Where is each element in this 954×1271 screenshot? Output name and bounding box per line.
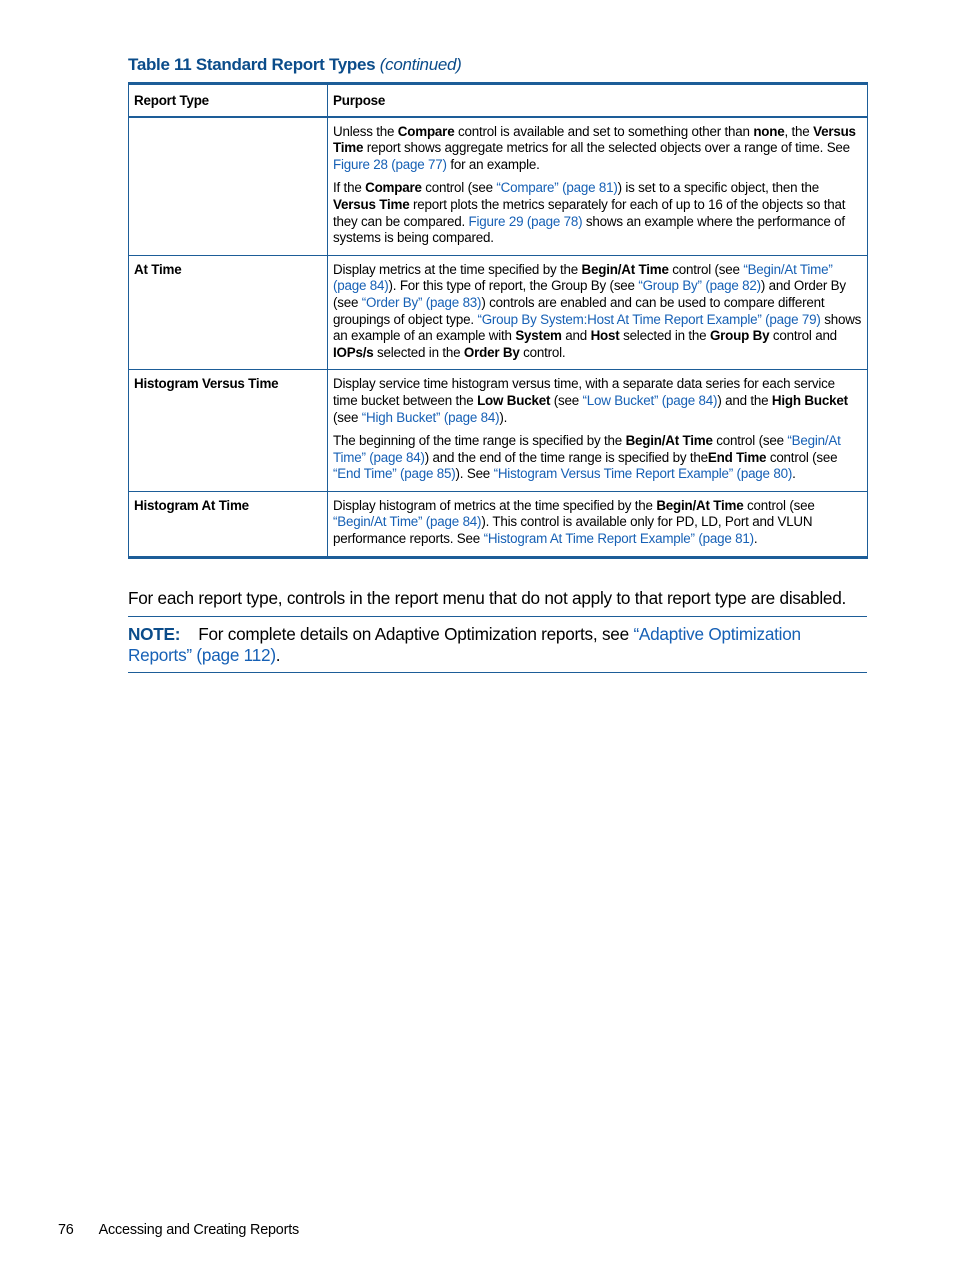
text-run: control. <box>519 344 566 360</box>
page-footer: 76 Accessing and Creating Reports <box>58 1222 299 1238</box>
text-run: control (see <box>766 449 838 465</box>
cross-reference-link[interactable]: “Histogram Versus Time Report Example” (… <box>494 466 793 481</box>
report-types-table: Report Type Purpose Unless the Compare c… <box>128 82 868 559</box>
purpose-paragraph: Unless the Compare control is available … <box>333 124 862 174</box>
bold-term: Host <box>590 328 620 344</box>
cross-reference-link[interactable]: Figure 29 (page 78) <box>469 214 583 229</box>
bold-term: Compare <box>365 180 422 196</box>
purpose-cell: Unless the Compare control is available … <box>327 116 868 256</box>
purpose-paragraph: The beginning of the time range is speci… <box>333 433 862 483</box>
text-run: Display metrics at the time specified by… <box>333 261 582 277</box>
text-run: control is available and set to somethin… <box>454 123 754 139</box>
text-run: . <box>792 466 796 482</box>
column-header-purpose: Purpose <box>327 82 868 118</box>
text-run: (see <box>550 392 583 408</box>
text-run: control (see <box>421 180 497 196</box>
text-run: If the <box>333 180 366 196</box>
cross-reference-link[interactable]: “End Time” (page 85) <box>333 466 456 481</box>
table-row: Histogram Versus Time Display service ti… <box>128 369 868 492</box>
note-bottom-rule <box>128 672 867 673</box>
cross-reference-link[interactable]: “Group By System:Host At Time Report Exa… <box>477 312 820 327</box>
text-run: (see <box>333 409 362 425</box>
bold-term: none <box>753 123 785 139</box>
body-paragraph: For each report type, controls in the re… <box>128 588 847 608</box>
text-run: ). <box>499 409 508 425</box>
bold-term: Compare <box>397 123 455 139</box>
text-run: . <box>753 531 758 547</box>
bold-term: Order By <box>463 344 520 360</box>
text-run: ) and the <box>717 392 772 408</box>
note-top-rule <box>128 616 867 617</box>
note-label: NOTE: <box>128 624 181 644</box>
bold-term: IOPs/s <box>333 344 374 360</box>
table-caption-continued: (continued) <box>379 55 462 74</box>
bold-term: High Bucket <box>771 392 848 408</box>
text-run: and <box>561 328 591 344</box>
text-run: , the <box>784 123 814 139</box>
purpose-paragraph: If the Compare control (see “Compare” (p… <box>333 180 862 246</box>
text-run: report shows aggregate metrics for all t… <box>363 140 850 156</box>
footer-section-title: Accessing and Creating Reports <box>98 1222 300 1238</box>
note-text: For complete details on Adaptive Optimiz… <box>198 624 634 644</box>
cross-reference-link[interactable]: “Begin/At Time” (page 84) <box>333 514 482 529</box>
text-run: ) and the end of the time range is speci… <box>424 449 708 465</box>
text-run: control and <box>769 328 837 344</box>
cross-reference-link[interactable]: “Group By” (page 82) <box>638 278 761 293</box>
cross-reference-link[interactable]: “Histogram At Time Report Example” (page… <box>484 531 754 546</box>
text-run: control (see <box>712 433 788 449</box>
text-run: Unless the <box>333 123 398 139</box>
text-run: selected in the <box>619 328 710 344</box>
purpose-paragraph: Display metrics at the time specified by… <box>333 262 862 362</box>
bold-term: End Time <box>707 449 767 465</box>
purpose-paragraph: Display histogram of metrics at the time… <box>333 498 862 548</box>
cross-reference-link[interactable]: Figure 28 (page 77) <box>333 157 447 172</box>
purpose-cell: Display histogram of metrics at the time… <box>327 490 868 558</box>
report-type-cell: At Time <box>128 254 328 371</box>
table-row: Unless the Compare control is available … <box>128 116 868 256</box>
text-run: ) is set to a specific object, then the <box>617 180 820 196</box>
bold-term: System <box>515 328 562 344</box>
text-run: control (see <box>743 497 815 513</box>
text-run: Display histogram of metrics at the time… <box>333 497 657 513</box>
table-header-row: Report Type Purpose <box>128 82 868 118</box>
report-type-cell: Histogram Versus Time <box>128 369 328 492</box>
text-run: control (see <box>668 261 744 277</box>
table-row: At Time Display metrics at the time spec… <box>128 254 868 371</box>
column-header-report-type: Report Type <box>128 82 328 118</box>
text-run: ). See <box>455 466 494 482</box>
note-end: . <box>275 645 281 665</box>
purpose-paragraph: Display service time histogram versus ti… <box>333 376 862 426</box>
table-caption: Table 11 Standard Report Types (continue… <box>128 55 462 75</box>
purpose-cell: Display metrics at the time specified by… <box>327 254 868 371</box>
table-row: Histogram At Time Display histogram of m… <box>128 490 868 558</box>
text-run: for an example. <box>446 156 540 172</box>
report-type-cell <box>128 116 328 256</box>
cross-reference-link[interactable]: “High Bucket” (page 84) <box>362 410 500 425</box>
bold-term: Begin/At Time <box>656 497 744 513</box>
table-caption-title: Table 11 Standard Report Types <box>128 55 376 74</box>
cross-reference-link[interactable]: “Order By” (page 83) <box>362 295 482 310</box>
text-run: The beginning of the time range is speci… <box>333 433 626 449</box>
bold-term: Begin/At Time <box>625 433 713 449</box>
text-run: selected in the <box>373 344 464 360</box>
cross-reference-link[interactable]: “Compare” (page 81) <box>496 180 617 195</box>
report-type-cell: Histogram At Time <box>128 490 328 558</box>
page-number: 76 <box>58 1222 74 1238</box>
bold-term: Low Bucket <box>477 392 551 408</box>
bold-term: Versus Time <box>333 196 410 212</box>
text-run: ). For this type of report, the Group By… <box>388 278 639 294</box>
purpose-cell: Display service time histogram versus ti… <box>327 369 868 492</box>
cross-reference-link[interactable]: “Low Bucket” (page 84) <box>583 393 718 408</box>
bold-term: Group By <box>709 328 770 344</box>
bold-term: Begin/At Time <box>581 261 669 277</box>
note-block: NOTE: For complete details on Adaptive Op… <box>128 624 868 666</box>
